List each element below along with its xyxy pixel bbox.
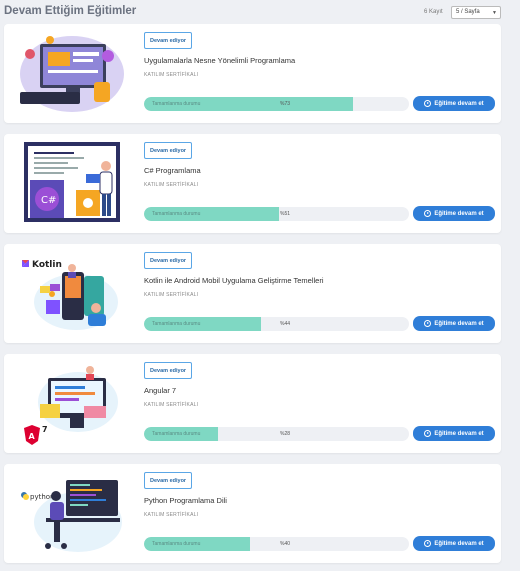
course-title: Python Programlama Dili <box>144 496 227 505</box>
certificate-label: KATILIM SERTİFİKALI <box>144 182 199 188</box>
continue-label: Eğitime devam et <box>434 540 484 547</box>
course-title: Kotlin ile Android Mobil Uygulama Gelişt… <box>144 276 324 285</box>
svg-text:A: A <box>29 432 36 441</box>
csharp-illustration: C# <box>24 142 120 222</box>
progress-bar: Tamamlanma durumu %44 <box>144 317 409 331</box>
angular-version-text: 7 <box>42 425 48 434</box>
progress-label: Tamamlanma durumu <box>152 211 201 217</box>
kotlin-brand-text: Kotlin <box>32 260 62 270</box>
certificate-label: KATILIM SERTİFİKALI <box>144 72 199 78</box>
continue-course-button[interactable]: Eğitime devam et <box>413 206 495 221</box>
per-page-value: 5 / Sayfa <box>456 9 480 15</box>
continue-label: Eğitime devam et <box>434 100 484 107</box>
certificate-label: KATILIM SERTİFİKALI <box>144 512 199 518</box>
course-card: python Devam ediyor Python Programlama D… <box>4 464 501 563</box>
status-badge: Devam ediyor <box>144 472 193 489</box>
continue-course-button[interactable]: Eğitime devam et <box>413 316 495 331</box>
play-icon <box>424 320 432 327</box>
course-card: C# Devam ediyor C# Programlama KATILIM S… <box>4 134 501 233</box>
course-title: Angular 7 <box>144 386 177 395</box>
course-card: Devam ediyor Uygulamalarla Nesne Yönelim… <box>4 24 501 123</box>
continue-course-button[interactable]: Eğitime devam et <box>413 96 495 111</box>
desktop-developer-illustration <box>20 36 124 112</box>
certificate-label: KATILIM SERTİFİKALI <box>144 292 199 298</box>
record-count: 6 Kayıt <box>424 9 443 15</box>
certificate-label: KATILIM SERTİFİKALI <box>144 402 199 408</box>
play-icon <box>424 210 432 217</box>
page-title: Devam Ettiğim Eğitimler <box>4 5 137 17</box>
progress-bar: Tamamlanma durumu %51 <box>144 207 409 221</box>
status-badge: Devam ediyor <box>144 142 193 159</box>
continue-label: Eğitime devam et <box>434 320 484 327</box>
kotlin-illustration: Kotlin <box>22 260 118 330</box>
svg-text:C#: C# <box>41 195 56 206</box>
python-illustration: python <box>21 480 122 552</box>
course-title: C# Programlama <box>144 166 201 175</box>
course-title: Uygulamalarla Nesne Yönelimli Programlam… <box>144 56 296 65</box>
progress-percent: %44 <box>280 321 291 327</box>
chevron-down-icon: ▼ <box>492 10 497 16</box>
play-icon <box>424 100 432 107</box>
status-badge: Devam ediyor <box>144 252 193 269</box>
progress-percent: %40 <box>280 541 291 547</box>
progress-bar: Tamamlanma durumu %73 <box>144 97 409 111</box>
course-card: Kotlin Devam ediyor Kotlin ile Android M… <box>4 244 501 343</box>
progress-label: Tamamlanma durumu <box>152 321 201 327</box>
status-badge: Devam ediyor <box>144 362 193 379</box>
per-page-select[interactable]: 5 / Sayfa ▼ <box>451 6 501 19</box>
continue-course-button[interactable]: Eğitime devam et <box>413 536 495 551</box>
progress-percent: %73 <box>280 101 291 107</box>
page-header: Devam Ettiğim Eğitimler 6 Kayıt 5 / Sayf… <box>0 0 520 22</box>
status-badge: Devam ediyor <box>144 32 193 49</box>
progress-label: Tamamlanma durumu <box>152 541 201 547</box>
progress-percent: %51 <box>280 211 291 217</box>
play-icon <box>424 540 432 547</box>
course-card: A 7 Devam ediyor Angular 7 KATILIM SERTİ… <box>4 354 501 453</box>
progress-percent: %28 <box>280 431 291 437</box>
progress-bar: Tamamlanma durumu %28 <box>144 427 409 441</box>
progress-bar: Tamamlanma durumu %40 <box>144 537 409 551</box>
continue-label: Eğitime devam et <box>434 430 484 437</box>
continue-label: Eğitime devam et <box>434 210 484 217</box>
continue-course-button[interactable]: Eğitime devam et <box>413 426 495 441</box>
play-icon <box>424 430 432 437</box>
progress-label: Tamamlanma durumu <box>152 101 201 107</box>
angular-illustration: A 7 <box>24 366 118 445</box>
progress-label: Tamamlanma durumu <box>152 431 201 437</box>
